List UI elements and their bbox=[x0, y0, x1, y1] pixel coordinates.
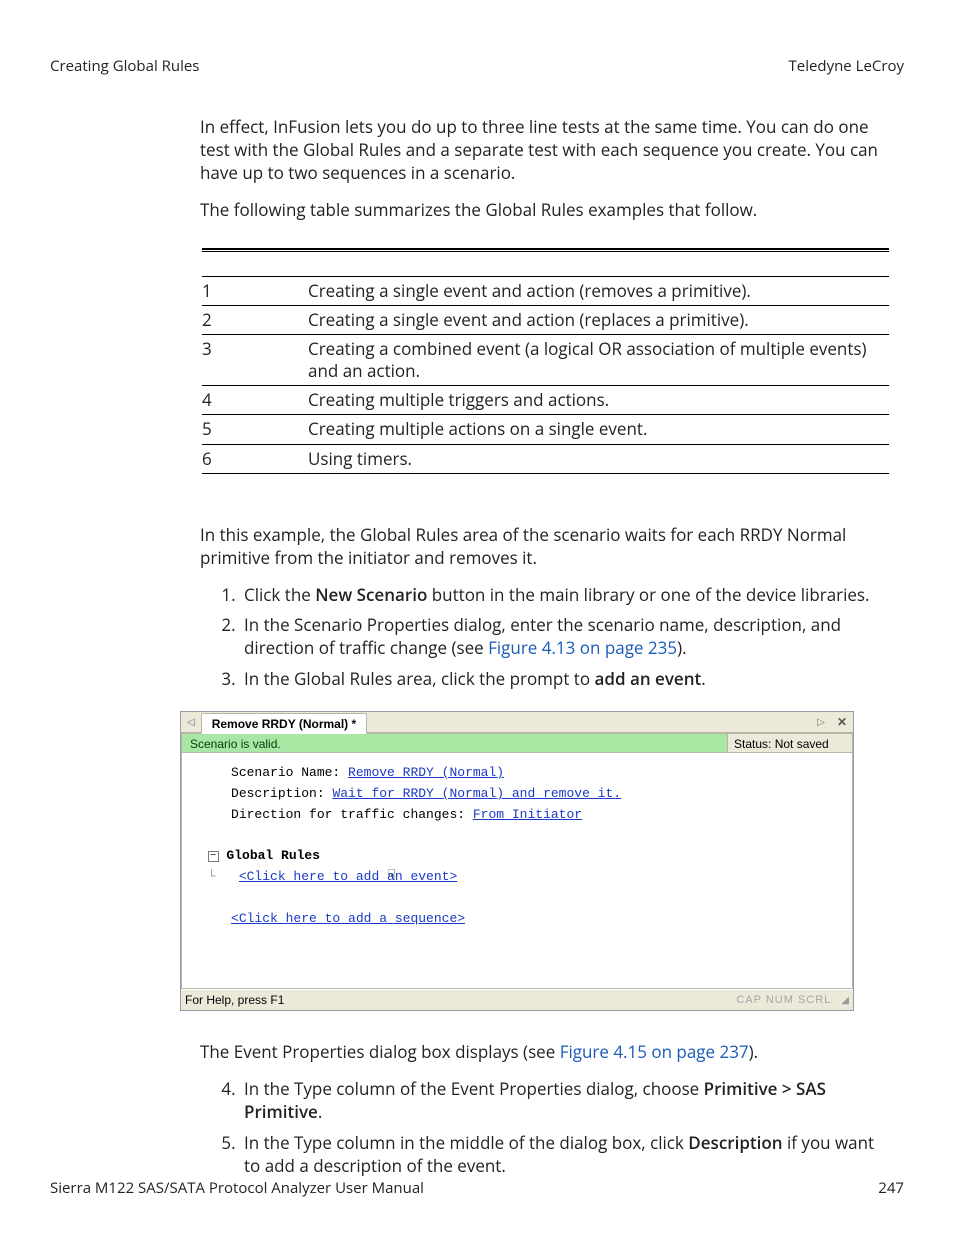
table-cell-number: 4 bbox=[202, 386, 308, 415]
scenario-save-status: Status: Not saved bbox=[727, 733, 853, 753]
step-text: In the Global Rules area, click the prom… bbox=[244, 667, 595, 690]
step-text: button in the main library or one of the… bbox=[427, 583, 869, 606]
table-row: 3 Creating a combined event (a logical O… bbox=[202, 335, 889, 386]
scenario-valid-message: Scenario is valid. bbox=[181, 733, 727, 753]
table-row: 2 Creating a single event and action (re… bbox=[202, 306, 889, 335]
scenario-tab[interactable]: Remove RRDY (Normal) * bbox=[201, 713, 367, 734]
table-cell-number: 1 bbox=[202, 277, 308, 306]
scenario-status-bar: Scenario is valid. Status: Not saved bbox=[181, 733, 853, 753]
examples-summary-table: 1 Creating a single event and action (re… bbox=[202, 248, 889, 474]
tree-collapse-icon[interactable]: − bbox=[208, 851, 219, 862]
example-intro-paragraph: In this example, the Global Rules area o… bbox=[200, 524, 894, 570]
close-tab-icon[interactable]: ✕ bbox=[831, 714, 853, 730]
header-company: Teledyne LeCroy bbox=[789, 56, 904, 76]
tab-scroll-left-icon[interactable]: ◁ bbox=[181, 716, 201, 730]
table-cell-number: 5 bbox=[202, 415, 308, 444]
step-item: In the Scenario Properties dialog, enter… bbox=[240, 614, 894, 660]
step-bold: add an event bbox=[595, 667, 702, 690]
table-cell-number: 2 bbox=[202, 306, 308, 335]
table-cell-description: Creating multiple actions on a single ev… bbox=[308, 415, 889, 444]
table-cell-number: 3 bbox=[202, 335, 308, 386]
step-text: In the Type column in the middle of the … bbox=[244, 1131, 688, 1154]
table-row: 6 Using timers. bbox=[202, 444, 889, 473]
page-footer: Sierra M122 SAS/SATA Protocol Analyzer U… bbox=[50, 1178, 904, 1198]
keyboard-indicators: CAP NUM SCRL bbox=[736, 993, 837, 1008]
add-sequence-prompt[interactable]: <Click here to add a sequence> bbox=[231, 911, 465, 926]
step-text: Click the bbox=[244, 583, 315, 606]
table-cell-description: Creating a combined event (a logical OR … bbox=[308, 335, 889, 386]
text-span: ). bbox=[749, 1040, 758, 1063]
direction-value[interactable]: From Initiator bbox=[473, 807, 582, 822]
cross-reference-link[interactable]: Figure 4.13 on page 235 bbox=[488, 636, 677, 659]
step-text: In the Type column of the Event Properti… bbox=[244, 1077, 704, 1100]
resize-grip-icon[interactable]: ◢ bbox=[837, 994, 849, 1008]
intro-paragraph-2: The following table summarizes the Globa… bbox=[200, 199, 894, 222]
scenario-name-value[interactable]: Remove RRDY (Normal) bbox=[348, 765, 504, 780]
table-row: 4 Creating multiple triggers and actions… bbox=[202, 386, 889, 415]
step-bold: Description bbox=[688, 1131, 782, 1154]
step-text: ). bbox=[677, 636, 686, 659]
header-section-title: Creating Global Rules bbox=[50, 56, 199, 76]
step-item: Click the New Scenario button in the mai… bbox=[240, 584, 894, 607]
step-item: In the Type column in the middle of the … bbox=[240, 1132, 894, 1178]
scenario-name-label: Scenario Name: bbox=[231, 765, 348, 780]
running-header: Creating Global Rules Teledyne LeCroy bbox=[50, 56, 904, 76]
description-value[interactable]: Wait for RRDY (Normal) and remove it. bbox=[332, 786, 621, 801]
footer-page-number: 247 bbox=[878, 1178, 904, 1198]
table-cell-description: Creating a single event and action (remo… bbox=[308, 277, 889, 306]
help-hint: For Help, press F1 bbox=[185, 992, 284, 1008]
steps-list-2: In the Type column of the Event Properti… bbox=[200, 1078, 894, 1178]
steps-list-1: Click the New Scenario button in the mai… bbox=[200, 584, 894, 692]
step-item: In the Global Rules area, click the prom… bbox=[240, 668, 894, 691]
table-row: 5 Creating multiple actions on a single … bbox=[202, 415, 889, 444]
direction-label: Direction for traffic changes: bbox=[231, 807, 473, 822]
global-rules-heading: Global Rules bbox=[226, 848, 320, 863]
add-event-prompt[interactable]: <Click here to add an event> bbox=[239, 869, 457, 884]
table-row: 1 Creating a single event and action (re… bbox=[202, 277, 889, 306]
table-cell-description: Using timers. bbox=[308, 444, 889, 473]
after-figure-paragraph: The Event Properties dialog box displays… bbox=[200, 1041, 894, 1064]
scenario-editor-window: ◁ Remove RRDY (Normal) * ▷ ✕ Scenario is… bbox=[180, 711, 854, 1011]
cross-reference-link[interactable]: Figure 4.15 on page 237 bbox=[560, 1040, 749, 1063]
footer-manual-title: Sierra M122 SAS/SATA Protocol Analyzer U… bbox=[50, 1178, 424, 1198]
step-bold: New Scenario bbox=[315, 583, 427, 606]
table-cell-description: Creating multiple triggers and actions. bbox=[308, 386, 889, 415]
tab-strip: ◁ Remove RRDY (Normal) * ▷ ✕ bbox=[181, 712, 853, 733]
description-label: Description: bbox=[231, 786, 332, 801]
scenario-editor-area: Scenario Name: Remove RRDY (Normal) Desc… bbox=[181, 753, 853, 989]
intro-paragraph-1: In effect, InFusion lets you do up to th… bbox=[200, 116, 894, 185]
table-cell-number: 6 bbox=[202, 444, 308, 473]
text-span: The Event Properties dialog box displays… bbox=[200, 1040, 560, 1063]
table-cell-description: Creating a single event and action (repl… bbox=[308, 306, 889, 335]
step-item: In the Type column of the Event Properti… bbox=[240, 1078, 894, 1124]
tab-scroll-right-icon[interactable]: ▷ bbox=[811, 716, 831, 730]
step-text: . bbox=[701, 667, 705, 690]
window-status-bar: For Help, press F1 CAP NUM SCRL ◢ bbox=[181, 989, 853, 1010]
step-text: . bbox=[318, 1100, 322, 1123]
